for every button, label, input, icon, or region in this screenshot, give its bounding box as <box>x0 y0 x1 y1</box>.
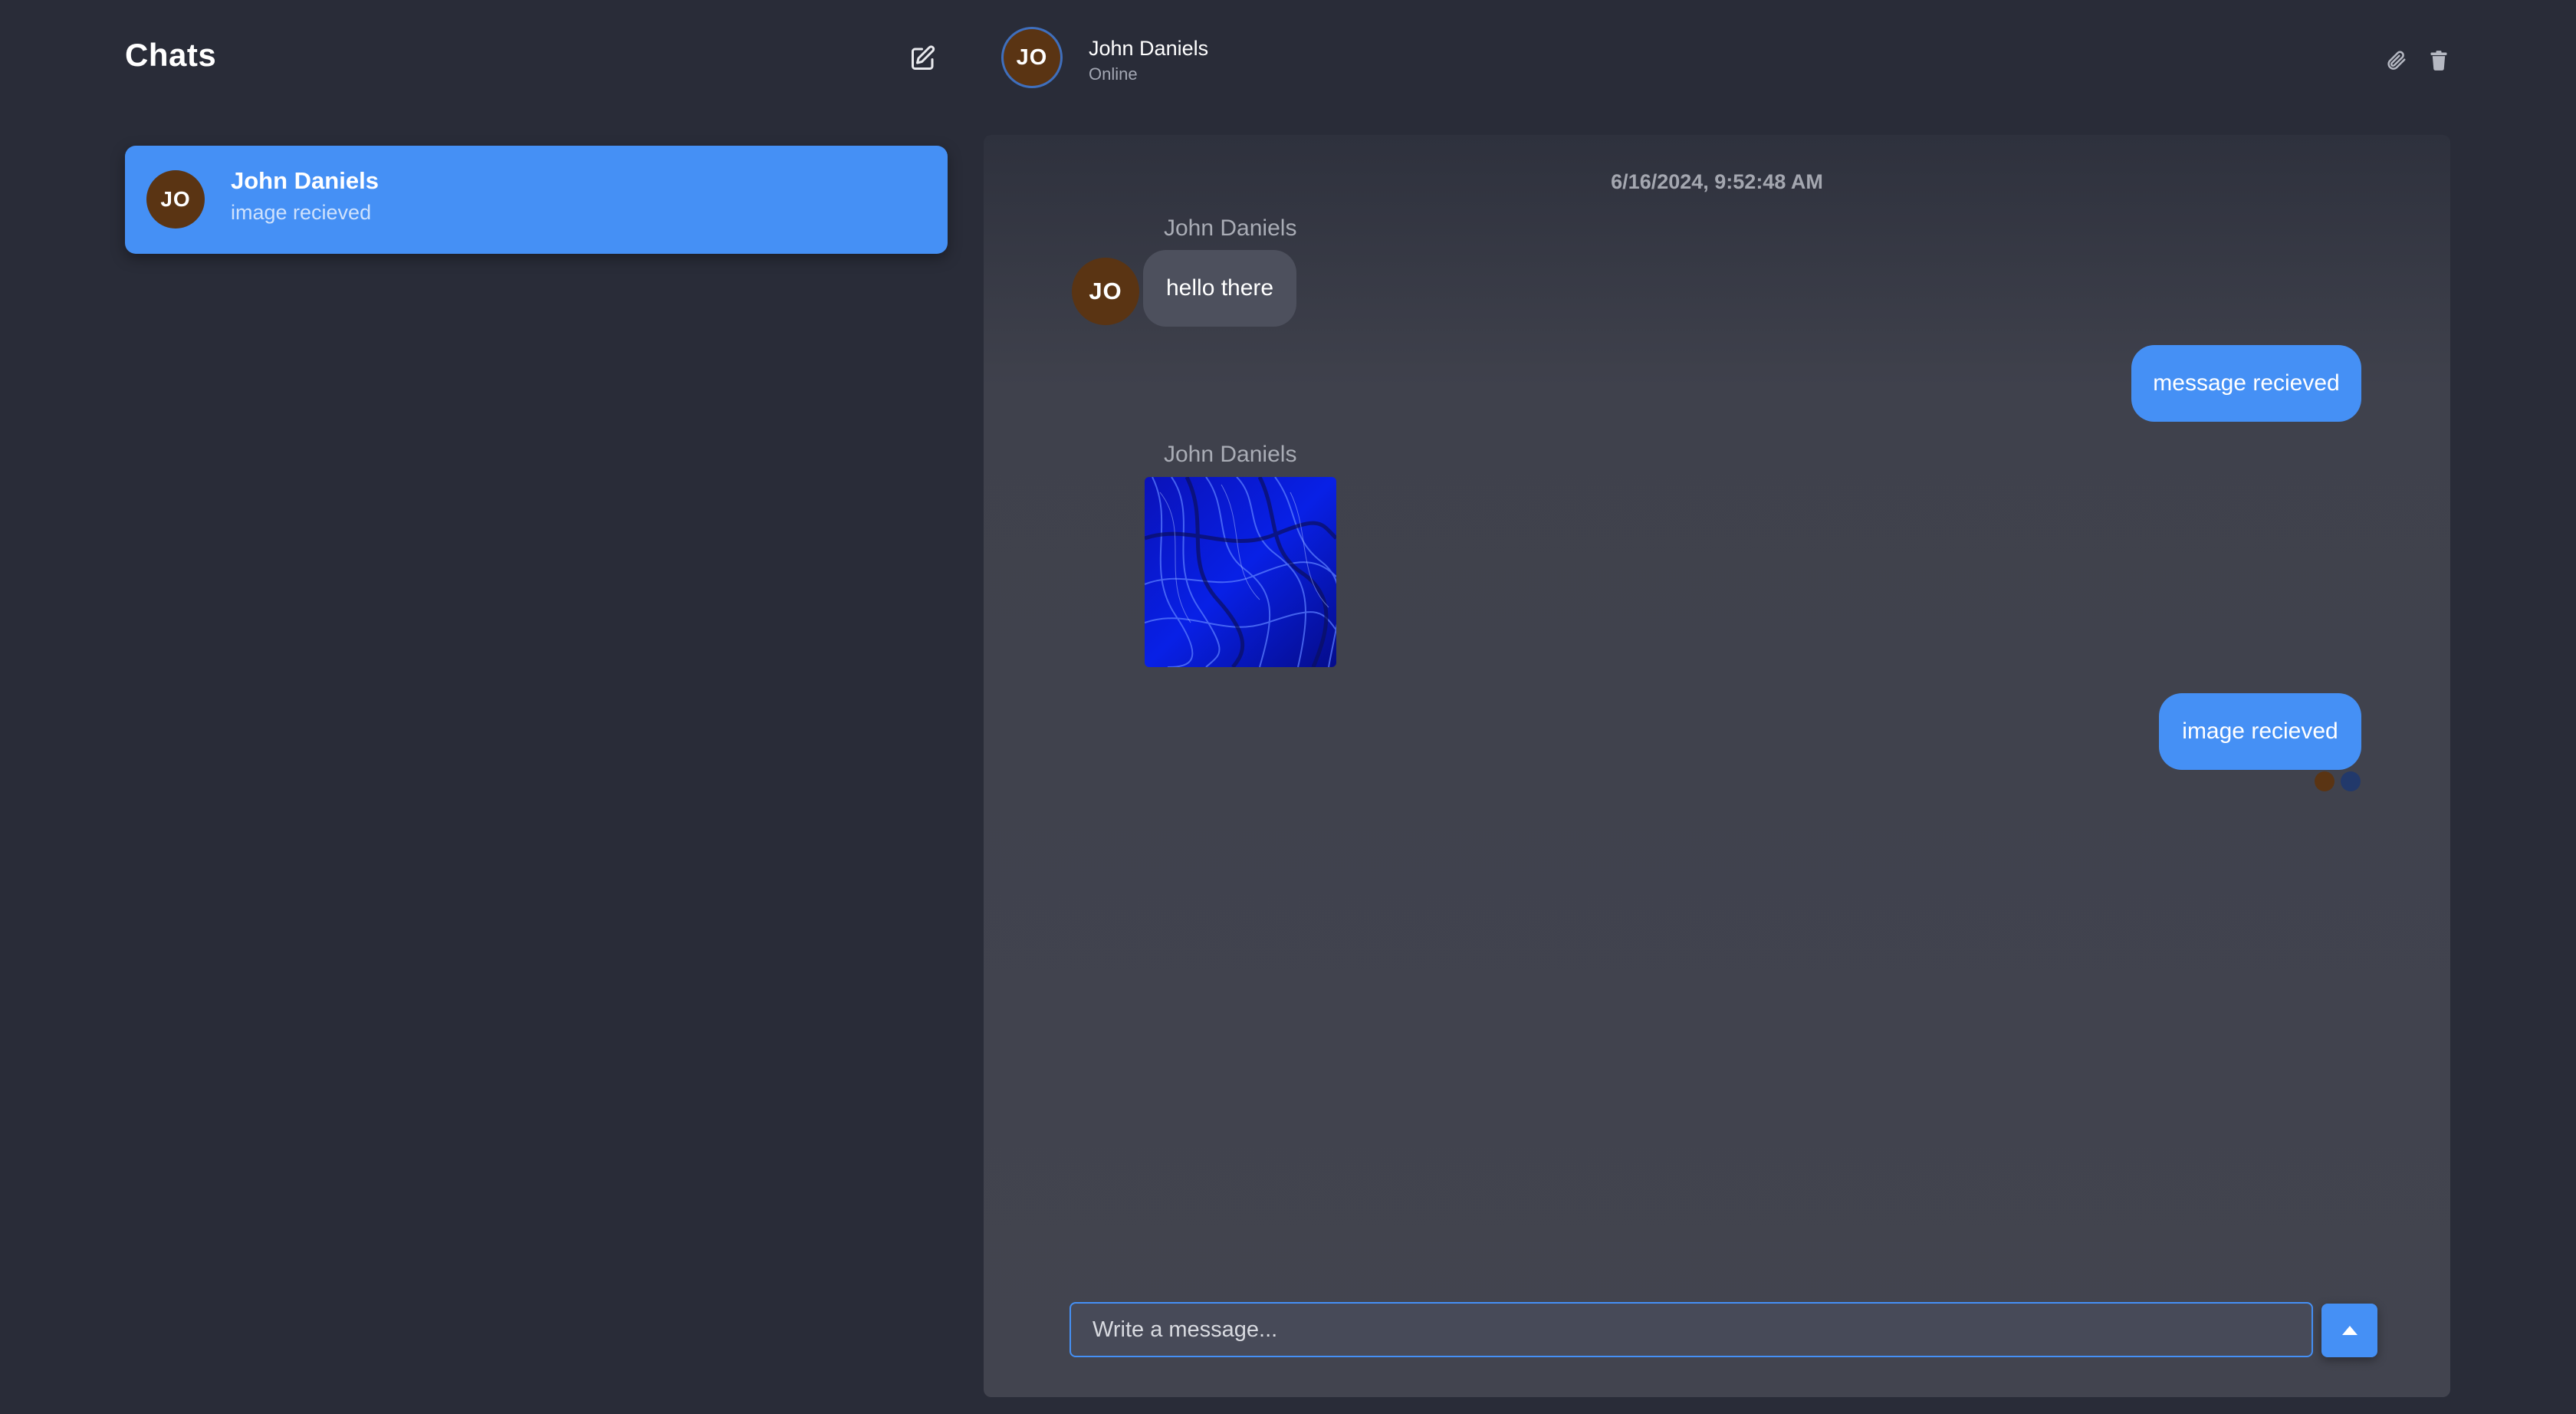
conversation-panel: 6/16/2024, 9:52:48 AM John Daniels JO he… <box>984 135 2450 1397</box>
header-status: Online <box>1089 64 1138 84</box>
message-bubble-outgoing[interactable]: message recieved <box>2131 345 2361 422</box>
attach-button[interactable] <box>2381 46 2410 75</box>
header-contact-name: John Daniels <box>1089 37 1209 60</box>
chat-item-name: John Daniels <box>231 167 379 194</box>
avatar: JO <box>146 170 205 229</box>
chat-sidebar: Chats JO John Daniels image recieved <box>0 0 958 1414</box>
chat-list-item[interactable]: JO John Daniels image recieved <box>125 146 948 254</box>
chat-header: JO John Daniels Online <box>984 0 2576 115</box>
paperclip-icon <box>2387 51 2406 70</box>
sidebar-title: Chats <box>125 37 217 73</box>
message-input[interactable] <box>1070 1302 2313 1357</box>
date-divider: 6/16/2024, 9:52:48 AM <box>1611 170 1823 193</box>
sender-name: John Daniels <box>1164 215 1297 241</box>
message-bubble-outgoing[interactable]: image recieved <box>2159 693 2361 770</box>
read-receipt-avatar <box>2315 771 2334 791</box>
message-avatar: JO <box>1072 258 1139 325</box>
blue-abstract-swirl-image <box>1145 477 1336 667</box>
chat-item-preview: image recieved <box>231 201 372 224</box>
compose-button[interactable] <box>905 40 941 77</box>
header-avatar[interactable]: JO <box>1004 29 1060 86</box>
message-bubble-incoming[interactable]: hello there <box>1143 250 1297 327</box>
trash-icon <box>2430 51 2447 71</box>
read-receipt-avatar <box>2341 771 2361 791</box>
shared-image[interactable] <box>1145 477 1336 667</box>
sender-name: John Daniels <box>1164 442 1297 467</box>
send-button[interactable] <box>2321 1304 2377 1357</box>
triangle-up-icon <box>2341 1326 2358 1335</box>
delete-chat-button[interactable] <box>2424 46 2453 75</box>
compose-icon <box>912 45 935 70</box>
